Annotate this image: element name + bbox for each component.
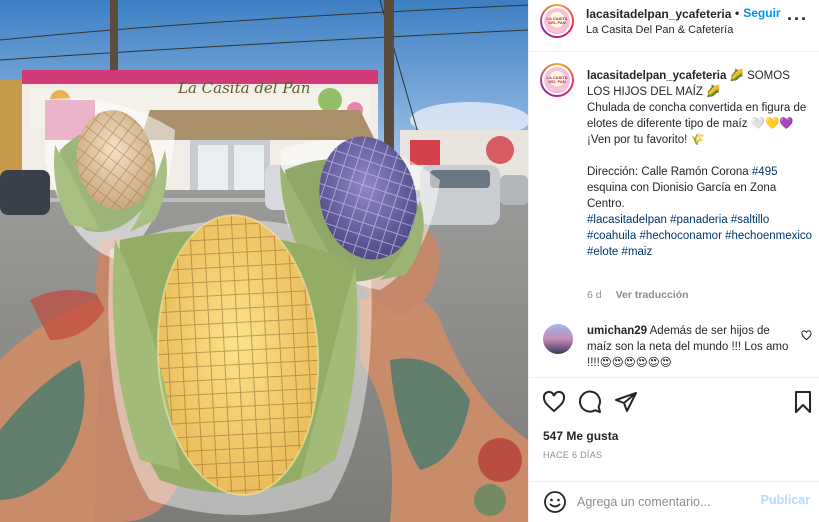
share-icon[interactable] <box>614 390 638 414</box>
post-header: LA CASITA DEL PAN lacasitadelpan_ycafete… <box>529 0 819 52</box>
like-count[interactable]: 547 Me gusta <box>543 429 618 443</box>
caption-age: 6 d <box>587 289 602 301</box>
hashtag-link[interactable]: #hechoconamor <box>639 230 721 242</box>
hashtag-link[interactable]: #saltillo <box>731 214 769 226</box>
post-side-panel: LA CASITA DEL PAN lacasitadelpan_ycafete… <box>528 0 819 522</box>
hashtag-link[interactable]: #495 <box>752 166 778 178</box>
caption-line-3: ¡Ven por tu favorito! 🌾 <box>587 134 705 146</box>
hashtag-link[interactable]: #coahuila <box>587 230 636 242</box>
separator-dot: • <box>735 6 740 20</box>
post-actions: 547 Me gusta HACE 6 DÍAS <box>529 377 819 481</box>
profile-avatar[interactable]: LA CASITA DEL PAN <box>540 4 574 38</box>
comment-text: umichan29 Además de ser hijos de maíz so… <box>587 323 797 371</box>
comment-composer: Publicar <box>529 481 819 522</box>
emoji-icon[interactable] <box>543 490 567 514</box>
instagram-post: La Casita del Pan LA CASITA DEL PAN laca… <box>0 0 819 522</box>
header-username[interactable]: lacasitadelpan_ycafeteria <box>586 7 731 21</box>
post-photo[interactable]: La Casita del Pan <box>0 0 528 522</box>
header-location[interactable]: La Casita Del Pan & Cafetería <box>586 24 733 36</box>
comment-like-icon[interactable] <box>801 330 812 341</box>
post-caption: LA CASITA DEL PAN lacasitadelpan_ycafete… <box>529 52 819 377</box>
address-prefix: Dirección: Calle Ramón Corona <box>587 166 752 178</box>
more-options-icon[interactable]: ··· <box>787 9 808 30</box>
comment-input[interactable] <box>577 490 757 514</box>
caption-username[interactable]: lacasitadelpan_ycafeteria <box>587 70 726 82</box>
shop-sign: La Casita del Pan <box>178 79 311 97</box>
follow-button[interactable]: • Seguir <box>735 6 781 20</box>
hashtag-link[interactable]: #panaderia <box>670 214 728 226</box>
heart-icon[interactable] <box>542 390 566 414</box>
commenter-avatar[interactable] <box>543 324 573 354</box>
caption-meta: 6 d Ver traducción <box>587 289 689 301</box>
post-timestamp: HACE 6 DÍAS <box>543 450 603 460</box>
comment-icon[interactable] <box>578 390 602 414</box>
brand-logo: LA CASITA DEL PAN <box>544 67 570 93</box>
commenter-username[interactable]: umichan29 <box>587 325 647 337</box>
brand-logo: LA CASITA DEL PAN <box>544 8 570 34</box>
publish-button[interactable]: Publicar <box>761 493 810 507</box>
hashtag-link[interactable]: #lacasitadelpan <box>587 214 667 226</box>
follow-label: Seguir <box>743 6 781 20</box>
hashtag-link[interactable]: #maiz <box>622 246 653 258</box>
translate-button[interactable]: Ver traducción <box>616 289 689 301</box>
caption-line-2: Chulada de concha convertida en figura d… <box>587 102 807 130</box>
caption-text: lacasitadelpan_ycafeteria 🌽 SOMOS LOS HI… <box>587 68 813 260</box>
hashtag-link[interactable]: #hechoenmexico <box>725 230 812 242</box>
save-icon[interactable] <box>791 390 815 414</box>
caption-avatar[interactable]: LA CASITA DEL PAN <box>540 63 574 97</box>
hashtag-link[interactable]: #elote <box>587 246 618 258</box>
address-suffix: esquina con Dionisio García en Zona Cent… <box>587 182 777 210</box>
